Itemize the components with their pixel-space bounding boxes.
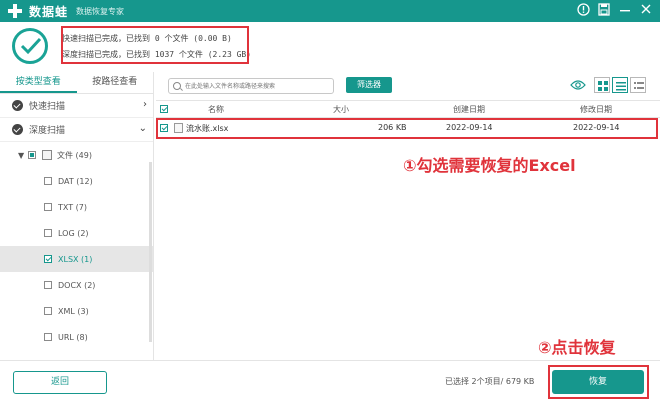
chevron-down-icon[interactable]: ⌄ [139,123,147,134]
tree-item-label: DOCX (2) [58,280,96,290]
highlight-recover-box [548,365,649,399]
list-view-button[interactable] [612,77,628,93]
folder-icon [42,150,52,160]
root-checkbox[interactable] [28,151,36,159]
app-name: 数据蛙 [29,4,69,19]
tree-item-checkbox[interactable] [44,229,52,237]
toolbar: 筛选器 [160,76,656,98]
header-created[interactable]: 创建日期 [453,104,485,115]
header-name[interactable]: 名称 [208,104,224,115]
tree-item[interactable]: XLSX (1) [0,246,153,272]
tree-root-label: 文件 (49) [57,150,92,160]
close-icon[interactable] [640,3,654,17]
search-input[interactable] [185,80,331,92]
highlight-status-box [61,26,249,64]
tree-item-checkbox[interactable] [44,333,52,341]
tree-item-label: URL (8) [58,332,88,342]
header-size[interactable]: 大小 [333,104,349,115]
table-header: 名称 大小 创建日期 修改日期 [156,100,660,118]
tree-item[interactable]: DAT (12) [0,168,153,194]
selected-info: 已选择 2个项目/ 679 KB [445,377,535,386]
highlight-row-box [156,118,658,139]
chevron-right-icon[interactable]: › [143,99,147,110]
tree-item-label: LOG (2) [58,228,89,238]
grid-view-button[interactable] [594,77,610,93]
tree-item-label: TXT (7) [58,202,87,212]
header-modified[interactable]: 修改日期 [580,104,612,115]
back-button[interactable]: 返回 [13,371,107,394]
tree-item-checkbox[interactable] [44,307,52,315]
left-panel: 按类型查看 按路径查看 快速扫描 › 深度扫描 ⌄ ▼ 文件 (49) DAT … [0,72,154,360]
detail-view-button[interactable] [630,77,646,93]
step2-annotation: ②点击恢复 [538,338,616,357]
grid-icon [598,81,608,91]
eye-icon[interactable] [570,79,586,94]
tree-item-checkbox[interactable] [44,177,52,185]
tree-item-checkbox[interactable] [44,203,52,211]
tab-by-type[interactable]: 按类型查看 [0,72,77,93]
tree-item[interactable]: DOCX (2) [0,272,153,298]
deep-scan-label: 深度扫描 [29,126,66,136]
title-bar: 数据蛙 数据恢复专家 [0,0,660,22]
tree-item[interactable]: XML (3) [0,298,153,324]
tab-by-path[interactable]: 按路径查看 [77,72,154,93]
view-tabs: 按类型查看 按路径查看 [0,72,153,94]
app-subtitle: 数据恢复专家 [76,6,125,16]
tree-root-files[interactable]: ▼ 文件 (49) [0,142,153,168]
tree-item-label: XLSX (1) [58,254,93,264]
check-dot-icon [12,100,23,111]
search-box[interactable] [168,78,334,94]
filter-button[interactable]: 筛选器 [346,77,392,93]
logo-icon [7,3,23,19]
step1-annotation: ①勾选需要恢复的Excel [403,156,576,175]
select-all-checkbox[interactable] [160,105,168,113]
tree-item[interactable]: LOG (2) [0,220,153,246]
quick-scan-item[interactable]: 快速扫描 › [0,94,153,118]
help-icon[interactable] [577,3,591,17]
quick-scan-label: 快速扫描 [29,102,66,112]
left-scrollbar[interactable] [149,162,152,342]
tree-item-checkbox[interactable] [44,255,52,263]
tree-item[interactable]: TXT (7) [0,194,153,220]
save-icon[interactable] [598,3,612,17]
complete-check-icon [12,28,48,64]
deep-scan-item[interactable]: 深度扫描 ⌄ [0,118,153,142]
minimize-icon[interactable] [619,3,633,17]
search-icon [173,82,181,90]
tree-item-label: DAT (12) [58,176,93,186]
caret-down-icon[interactable]: ▼ [18,151,28,160]
tree-item-label: XML (3) [58,306,89,316]
detail-icon [634,82,644,89]
list-icon [616,82,626,91]
tree-item-checkbox[interactable] [44,281,52,289]
check-dot-icon [12,124,23,135]
tree-item[interactable]: URL (8) [0,324,153,350]
